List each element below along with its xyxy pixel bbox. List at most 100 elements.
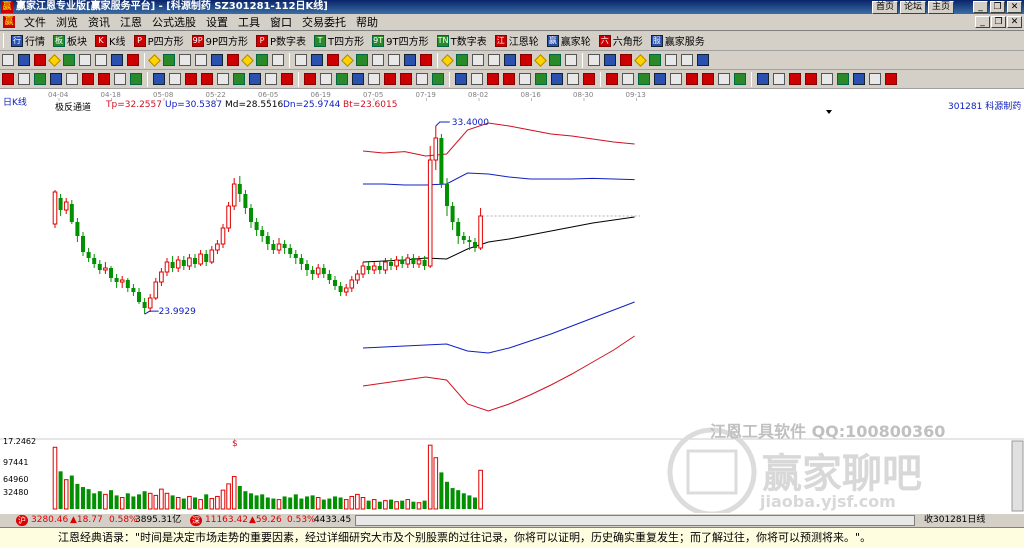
quotes-button[interactable]: 行行情 [7, 32, 49, 50]
tb3-tool-button[interactable] [533, 70, 549, 88]
tb3-tool-button[interactable] [430, 70, 446, 88]
tb3-tool-button[interactable] [350, 70, 366, 88]
tb3-tool-button[interactable] [684, 70, 700, 88]
tb2-tool-button[interactable] [48, 51, 61, 69]
hexagon-button[interactable]: 六六角形 [595, 32, 647, 50]
menu-window[interactable]: 窗口 [265, 14, 297, 30]
menu-trade[interactable]: 交易委托 [297, 14, 351, 30]
tb3-tool-button[interactable] [501, 70, 517, 88]
tb2-tool-button[interactable] [209, 51, 225, 69]
winner-service-button[interactable]: 服赢家服务 [647, 32, 709, 50]
tb3-tool-button[interactable] [366, 70, 382, 88]
tb3-tool-button[interactable] [0, 70, 16, 88]
tb3-tool-button[interactable] [112, 70, 128, 88]
tb2-tool-button[interactable] [534, 51, 547, 69]
tb2-tool-button[interactable] [325, 51, 341, 69]
tb2-tool-button[interactable] [161, 51, 177, 69]
tb2-tool-button[interactable] [486, 51, 502, 69]
tb3-tool-button[interactable] [803, 70, 819, 88]
tb2-tool-button[interactable] [193, 51, 209, 69]
p-table-button[interactable]: P P数字表 [252, 32, 310, 50]
tb2-tool-button[interactable] [309, 51, 325, 69]
tb3-tool-button[interactable] [414, 70, 430, 88]
tb2-tool-button[interactable] [679, 51, 695, 69]
tb3-tool-button[interactable] [716, 70, 732, 88]
tb3-tool-button[interactable] [64, 70, 80, 88]
tb3-tool-button[interactable] [151, 70, 167, 88]
tb2-tool-button[interactable] [225, 51, 241, 69]
mdi-close-button[interactable]: ✕ [1007, 16, 1022, 28]
menu-file[interactable]: 文件 [19, 14, 51, 30]
p-square-button[interactable]: P P四方形 [130, 32, 188, 50]
tb3-tool-button[interactable] [652, 70, 668, 88]
sz-badge[interactable]: 深 [190, 515, 202, 526]
tb2-tool-button[interactable] [647, 51, 663, 69]
tb2-tool-button[interactable] [109, 51, 125, 69]
tb2-tool-button[interactable] [241, 51, 254, 69]
tb2-tool-button[interactable] [254, 51, 270, 69]
tb3-tool-button[interactable] [700, 70, 716, 88]
tb3-tool-button[interactable] [549, 70, 565, 88]
tb2-tool-button[interactable] [32, 51, 48, 69]
9t-square-button[interactable]: 9T 9T四方形 [368, 32, 432, 50]
tb3-tool-button[interactable] [96, 70, 112, 88]
menu-settings[interactable]: 设置 [201, 14, 233, 30]
tb2-tool-button[interactable] [602, 51, 618, 69]
tb3-tool-button[interactable] [231, 70, 247, 88]
tb2-tool-button[interactable] [563, 51, 579, 69]
kline-button[interactable]: K K线 [91, 32, 130, 50]
mdi-restore-button[interactable]: ❐ [991, 16, 1006, 28]
tb2-tool-button[interactable] [77, 51, 93, 69]
menu-browse[interactable]: 浏览 [51, 14, 83, 30]
tb3-tool-button[interactable] [382, 70, 398, 88]
tb3-tool-button[interactable] [279, 70, 295, 88]
tb2-tool-button[interactable] [441, 51, 454, 69]
tb2-tool-button[interactable] [634, 51, 647, 69]
tb2-tool-button[interactable] [418, 51, 434, 69]
tb2-tool-button[interactable] [270, 51, 286, 69]
tb2-tool-button[interactable] [502, 51, 518, 69]
tb2-tool-button[interactable] [586, 51, 602, 69]
tb3-tool-button[interactable] [215, 70, 231, 88]
tb3-tool-button[interactable] [16, 70, 32, 88]
menu-gann[interactable]: 江恩 [115, 14, 147, 30]
tb3-tool-button[interactable] [636, 70, 652, 88]
t-square-button[interactable]: T T四方形 [310, 32, 368, 50]
link-home[interactable]: 首页 [871, 1, 898, 14]
tb2-tool-button[interactable] [341, 51, 354, 69]
tb3-tool-button[interactable] [302, 70, 318, 88]
restore-button[interactable]: ❐ [990, 1, 1005, 13]
menu-tools[interactable]: 工具 [233, 14, 265, 30]
horizontal-scrollbar[interactable] [355, 515, 915, 526]
tb3-tool-button[interactable] [620, 70, 636, 88]
link-mainpage[interactable]: 主页 [927, 1, 954, 14]
tb3-tool-button[interactable] [453, 70, 469, 88]
tb3-tool-button[interactable] [167, 70, 183, 88]
tb2-tool-button[interactable] [93, 51, 109, 69]
menu-formula[interactable]: 公式选股 [147, 14, 201, 30]
gann-wheel-button[interactable]: 江江恩轮 [491, 32, 543, 50]
tb2-tool-button[interactable] [618, 51, 634, 69]
tb2-tool-button[interactable] [454, 51, 470, 69]
tb3-tool-button[interactable] [183, 70, 199, 88]
tb3-tool-button[interactable] [835, 70, 851, 88]
tb3-tool-button[interactable] [128, 70, 144, 88]
tb3-tool-button[interactable] [732, 70, 748, 88]
tb3-tool-button[interactable] [565, 70, 581, 88]
mdi-minimize-button[interactable]: _ [975, 16, 990, 28]
tb2-tool-button[interactable] [518, 51, 534, 69]
tb3-tool-button[interactable] [851, 70, 867, 88]
menu-news[interactable]: 资讯 [83, 14, 115, 30]
tb3-tool-button[interactable] [787, 70, 803, 88]
tb3-tool-button[interactable] [247, 70, 263, 88]
tb2-tool-button[interactable] [470, 51, 486, 69]
chart-area[interactable]: 04-04 04-18 05-08 05-22 06-05 06-19 07-05 07-19… [0, 89, 1024, 513]
tb3-tool-button[interactable] [48, 70, 64, 88]
tb2-tool-button[interactable] [547, 51, 563, 69]
close-button[interactable]: ✕ [1007, 1, 1022, 13]
tb2-tool-button[interactable] [148, 51, 161, 69]
tb3-tool-button[interactable] [883, 70, 899, 88]
9p-square-button[interactable]: 9P 9P四方形 [188, 32, 252, 50]
tb3-tool-button[interactable] [668, 70, 684, 88]
tb2-tool-button[interactable] [370, 51, 386, 69]
